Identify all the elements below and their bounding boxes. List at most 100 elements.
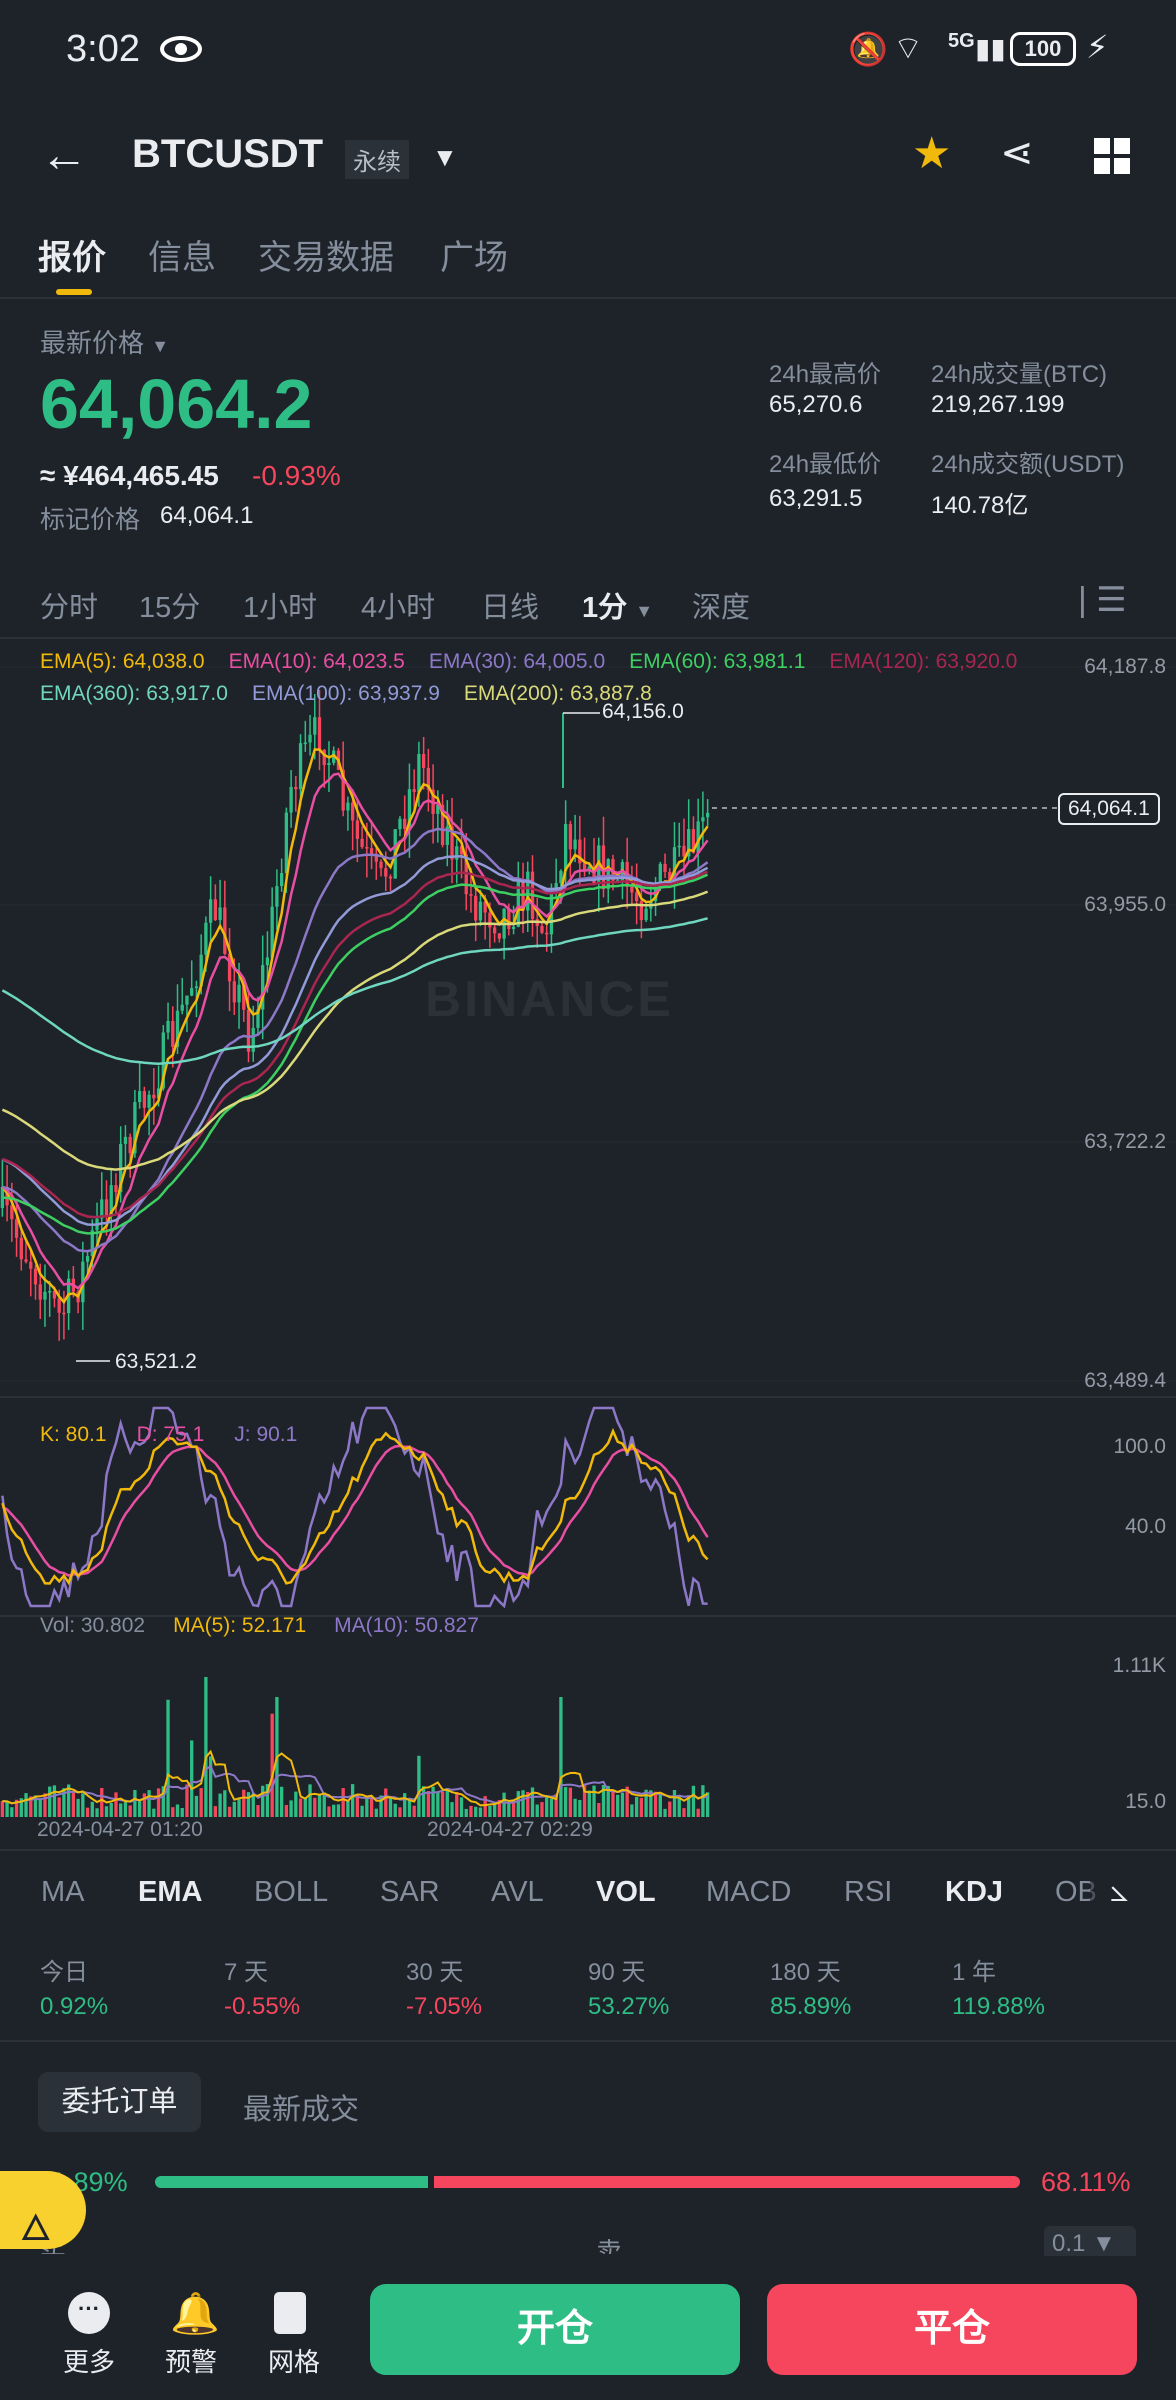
open-position-button[interactable]: 开仓: [370, 2284, 740, 2375]
tab-order-book[interactable]: 委托订单: [38, 2072, 201, 2132]
high-marker-label: 64,156.0: [602, 700, 684, 723]
more-button[interactable]: 更多: [63, 2342, 115, 2379]
candle-body: [57, 1298, 61, 1313]
indicator-rsi[interactable]: RSI: [844, 1876, 892, 1909]
kdj-k-line: [1, 1427, 709, 1586]
volume-bar: [573, 1798, 577, 1817]
indicator-sar[interactable]: SAR: [380, 1876, 440, 1909]
candle-body: [128, 1136, 132, 1154]
volume-bar: [492, 1803, 497, 1817]
chart-settings-icon[interactable]: | ☰: [1078, 580, 1127, 620]
volume-bar: [81, 1793, 85, 1817]
candle-body: [142, 1091, 147, 1108]
volume-bar: [317, 1795, 322, 1817]
low-marker-label: 63,521.2: [115, 1350, 197, 1373]
volume-bar: [152, 1808, 156, 1817]
volume-bar: [223, 1790, 227, 1817]
volume-bar: [672, 1790, 677, 1817]
candle-body: [246, 1009, 251, 1052]
tab-square[interactable]: 广场: [440, 230, 508, 279]
interval-time[interactable]: 分时: [40, 584, 98, 626]
volume-bar: [303, 1797, 307, 1817]
volume-bar: [563, 1787, 568, 1817]
volume-bar: [653, 1791, 658, 1817]
indicator-kdj[interactable]: KDJ: [945, 1876, 1003, 1909]
indicator-boll[interactable]: BOLL: [254, 1876, 328, 1909]
candle-body: [398, 818, 402, 830]
volume-bar: [341, 1788, 345, 1817]
indicator-avl[interactable]: AVL: [491, 1876, 544, 1909]
volume-bar: [705, 1792, 710, 1817]
share-icon[interactable]: ⋖: [1000, 130, 1034, 176]
volume-bar: [279, 1786, 284, 1817]
candle-body: [265, 957, 270, 966]
volume-bar: [507, 1802, 511, 1817]
candle-body: [38, 1284, 42, 1300]
volume-bar: [237, 1798, 241, 1817]
volume-bar: [95, 1808, 99, 1817]
indicator-edit-button[interactable]: ⦣: [1090, 1864, 1176, 1920]
tab-trading-data[interactable]: 交易数据: [258, 230, 394, 279]
symbol-dropdown-icon[interactable]: ▼: [432, 142, 458, 173]
mark-price: 64,064.1: [160, 502, 254, 529]
volume-bar: [43, 1793, 47, 1817]
tab-info[interactable]: 信息: [148, 230, 216, 279]
volume-bar: [620, 1792, 625, 1817]
grid-button[interactable]: 网格: [268, 2342, 320, 2379]
volume-bar: [403, 1793, 407, 1817]
candle-body: [275, 886, 279, 907]
candle-body: [232, 981, 236, 1003]
volume-bar: [261, 1785, 265, 1817]
alert-bell-icon[interactable]: 🔔: [170, 2290, 220, 2337]
volume-bar: [511, 1802, 516, 1817]
indicator-ema[interactable]: EMA: [138, 1876, 202, 1909]
volume-bar: [199, 1788, 203, 1817]
tab-quote[interactable]: 报价: [38, 230, 106, 279]
interval-15m[interactable]: 15分: [139, 584, 200, 626]
volume-bar: [48, 1786, 52, 1817]
perf-period-value: -0.55%: [224, 1993, 301, 2020]
favorite-star-icon[interactable]: ★: [912, 128, 951, 179]
candle-body: [630, 886, 634, 893]
volume-bar: [464, 1808, 468, 1817]
indicator-vol[interactable]: VOL: [596, 1876, 656, 1909]
volume-bar: [374, 1808, 378, 1817]
back-button[interactable]: ←: [40, 128, 88, 183]
close-position-button[interactable]: 平仓: [767, 2284, 1137, 2375]
eye-icon: [160, 36, 202, 62]
floating-fire-button[interactable]: 🜂: [0, 2171, 86, 2249]
last-price-label[interactable]: 最新价格 ▼: [40, 323, 169, 360]
candle-body: [412, 789, 416, 793]
more-icon[interactable]: ···: [68, 2292, 110, 2334]
alert-button[interactable]: 预警: [165, 2342, 217, 2379]
candle-body: [48, 1291, 52, 1293]
chart-edit-icon: ⦣: [1110, 1872, 1129, 1908]
candle-body: [123, 1136, 128, 1144]
candle-body: [488, 912, 492, 928]
symbol-title[interactable]: BTCUSDT: [132, 132, 323, 177]
volume-bar: [166, 1699, 170, 1817]
price-step-dropdown[interactable]: 0.1 ▼: [1044, 2226, 1136, 2256]
flame-icon: 🜂: [20, 2207, 52, 2248]
candle-body: [180, 1004, 184, 1011]
interval-4h[interactable]: 4小时: [361, 584, 435, 626]
perf-period-label: 180 天: [770, 1959, 841, 1986]
tab-recent-trades[interactable]: 最新成交: [243, 2086, 359, 2128]
volume-bar: [71, 1792, 76, 1817]
ema-line: [1, 870, 709, 1219]
interval-1m[interactable]: 1分 ▼: [582, 584, 653, 626]
volume-bar: [521, 1790, 525, 1817]
grid-trading-icon[interactable]: [274, 2292, 306, 2334]
indicator-ma[interactable]: MA: [41, 1876, 85, 1909]
interval-1h[interactable]: 1小时: [243, 584, 317, 626]
interval-depth[interactable]: 深度: [692, 584, 750, 626]
interval-1d[interactable]: 日线: [481, 584, 539, 626]
candle-body: [279, 873, 284, 887]
candle-body: [147, 1094, 151, 1108]
volume-bar: [119, 1803, 123, 1817]
volume-bar: [545, 1795, 549, 1817]
volume-bar: [535, 1804, 539, 1817]
grid-menu-icon[interactable]: [1094, 138, 1130, 174]
indicator-macd[interactable]: MACD: [706, 1876, 791, 1909]
volume-bar: [450, 1802, 454, 1817]
